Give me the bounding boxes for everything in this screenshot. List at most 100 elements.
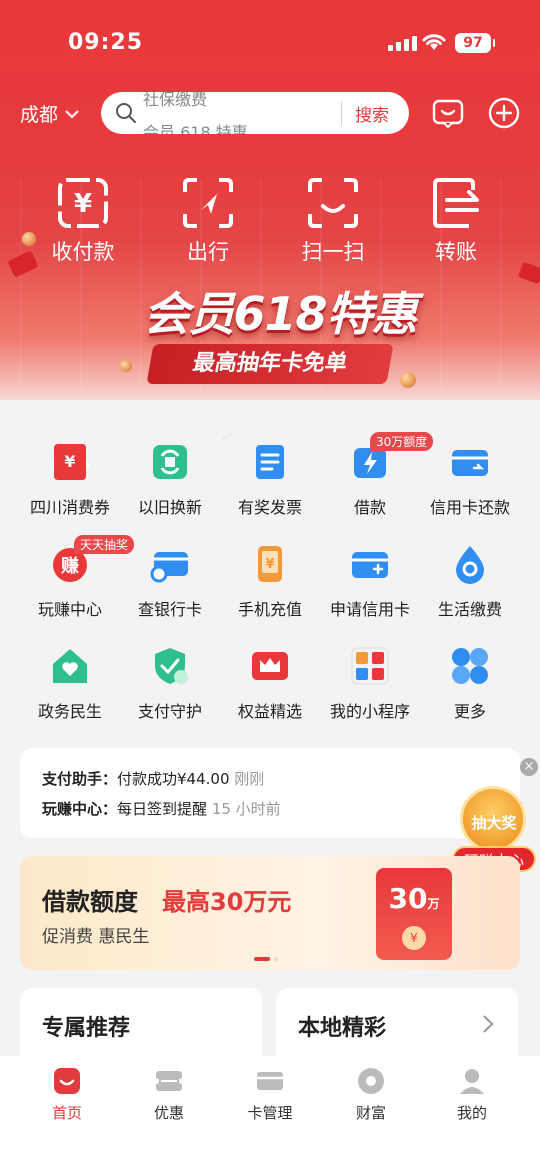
loan-title: 借款额度 [42, 888, 138, 916]
svg-text:¥: ¥ [265, 557, 274, 572]
service-label: 玩赚中心 [37, 600, 102, 619]
credit-card-icon [452, 450, 488, 476]
service-item-benefits[interactable]: 权益精选 [216, 646, 324, 722]
service-item-trade-in[interactable]: 以旧换新 [116, 442, 224, 518]
service-label: 查银行卡 [137, 600, 202, 619]
tab-offers[interactable]: 优惠 [115, 1066, 223, 1123]
ticket-icon [154, 1071, 184, 1091]
service-label: 我的小程序 [329, 702, 410, 721]
quick-action-transfer[interactable]: 转账 [406, 176, 506, 266]
water-drop-icon [456, 546, 484, 584]
navigation-icon [183, 178, 233, 228]
card-icon [257, 1072, 283, 1090]
service-label: 权益精选 [237, 702, 302, 721]
bank-card-icon [150, 552, 188, 583]
wifi-icon [422, 34, 446, 50]
service-item-apply-credit-card[interactable]: 申请信用卡 [316, 544, 424, 620]
notice-item[interactable]: 玩赚中心：每日签到提醒 15 小时前 [42, 798, 281, 819]
quick-action-label: 扫一扫 [301, 240, 365, 264]
loan-promo-card[interactable]: 借款额度 最高30万元 促消费 惠民生 30万 ¥ [20, 856, 520, 970]
quick-action-label: 出行 [187, 240, 229, 264]
service-item-more[interactable]: 更多 [416, 646, 524, 722]
quick-action-label: 收付款 [51, 240, 115, 264]
tab-mine[interactable]: 我的 [418, 1066, 526, 1123]
notice-card[interactable]: 支付助手：付款成功¥44.00 刚刚 玩赚中心：每日签到提醒 15 小时前 [20, 748, 520, 838]
service-item-mini-programs[interactable]: 我的小程序 [316, 646, 424, 722]
service-item-invoice[interactable]: 有奖发票 [216, 442, 324, 518]
service-label: 申请信用卡 [329, 600, 410, 619]
service-item-credit-card-repay[interactable]: 信用卡还款 [416, 442, 524, 518]
service-label: 生活缴费 [437, 600, 502, 619]
close-icon[interactable]: × [520, 758, 538, 776]
house-heart-icon [53, 649, 87, 683]
tab-label: 财富 [355, 1104, 386, 1122]
notice-time: 15 小时前 [211, 800, 281, 818]
tab-wealth[interactable]: 财富 [317, 1066, 425, 1123]
search-bar[interactable]: 社保缴费 会员 618 特惠 搜索 [101, 92, 409, 134]
quick-action-scan[interactable]: 扫一扫 [283, 176, 383, 266]
quick-action-travel[interactable]: 出行 [158, 176, 258, 266]
tab-card-management[interactable]: 卡管理 [216, 1066, 324, 1123]
loan-amount-card: 30万 ¥ [376, 868, 452, 960]
exchange-icon [153, 445, 187, 479]
svg-text:¥: ¥ [74, 189, 92, 219]
search-button[interactable]: 搜索 [355, 101, 389, 126]
tab-home[interactable]: 首页 [13, 1066, 121, 1123]
mini-program-icon [351, 647, 389, 685]
apply-card-icon [352, 552, 388, 578]
notice-item[interactable]: 支付助手：付款成功¥44.00 刚刚 [42, 768, 264, 789]
loan-amount: 30万 [388, 882, 440, 915]
service-label: 更多 [453, 702, 486, 721]
message-icon[interactable] [432, 97, 464, 129]
chevron-right-icon [483, 1015, 494, 1033]
section-title: 本地精彩 [298, 1016, 387, 1041]
service-item-government[interactable]: 政务民生 [16, 646, 124, 722]
more-apps-icon [452, 648, 488, 684]
coupon-icon: ¥ [50, 444, 90, 480]
home-icon [54, 1068, 80, 1094]
cellular-signal-icon [388, 36, 417, 51]
banner-title: 会员618特惠 [143, 287, 417, 341]
notice-time: 刚刚 [234, 770, 265, 788]
service-label: 支付守护 [137, 702, 202, 721]
service-item-loan[interactable]: 借款 [316, 442, 424, 518]
shield-icon [155, 648, 188, 684]
svg-text:¥: ¥ [64, 452, 75, 471]
battery-indicator: 97 [455, 33, 495, 53]
status-bar: 09:25 97 [0, 0, 540, 88]
service-label: 四川消费券 [29, 498, 110, 517]
service-item-phone-topup[interactable]: ¥ 手机充值 [216, 544, 324, 620]
section-title: 专属推荐 [42, 1016, 131, 1041]
carousel-indicator [254, 957, 278, 961]
quick-action-pay[interactable]: ¥ 收付款 [33, 176, 133, 266]
service-item-utilities[interactable]: 生活缴费 [416, 544, 524, 620]
search-divider [341, 101, 342, 125]
notice-text: 付款成功¥44.00 [117, 770, 230, 788]
transfer-icon [433, 178, 479, 228]
service-label: 手机充值 [237, 600, 302, 619]
bottom-tab-bar: 首页 优惠 卡管理 财富 我的 [0, 1056, 540, 1174]
notice-title: 玩赚中心： [42, 800, 118, 818]
service-item-bank-card[interactable]: 查银行卡 [116, 544, 224, 620]
service-label: 有奖发票 [237, 498, 302, 517]
user-icon [460, 1069, 484, 1094]
tab-label: 卡管理 [247, 1104, 293, 1122]
tab-label: 优惠 [153, 1104, 184, 1122]
add-icon[interactable] [488, 97, 520, 129]
city-selector[interactable]: 成都 [20, 100, 80, 127]
service-label: 政务民生 [37, 702, 102, 721]
service-item-earn-center[interactable]: 赚 玩赚中心 [16, 544, 124, 620]
service-item-payment-guard[interactable]: 支付守护 [116, 646, 224, 722]
crown-icon [252, 652, 288, 680]
tab-label: 首页 [51, 1104, 82, 1122]
quick-action-label: 转账 [435, 240, 477, 264]
lottery-label: 抽大奖 [471, 814, 517, 832]
service-label: 借款 [353, 498, 386, 517]
notice-title: 支付助手： [42, 770, 118, 788]
notice-text: 每日签到提醒 [117, 800, 208, 818]
search-placeholder: 会员 618 特惠 [143, 123, 248, 134]
yuan-scan-icon: ¥ [58, 178, 108, 228]
service-item-consumer-coupon[interactable]: ¥ 四川消费券 [16, 442, 124, 518]
red-envelope-decoration [517, 261, 540, 285]
loan-subtitle: 促消费 惠民生 [42, 927, 150, 947]
